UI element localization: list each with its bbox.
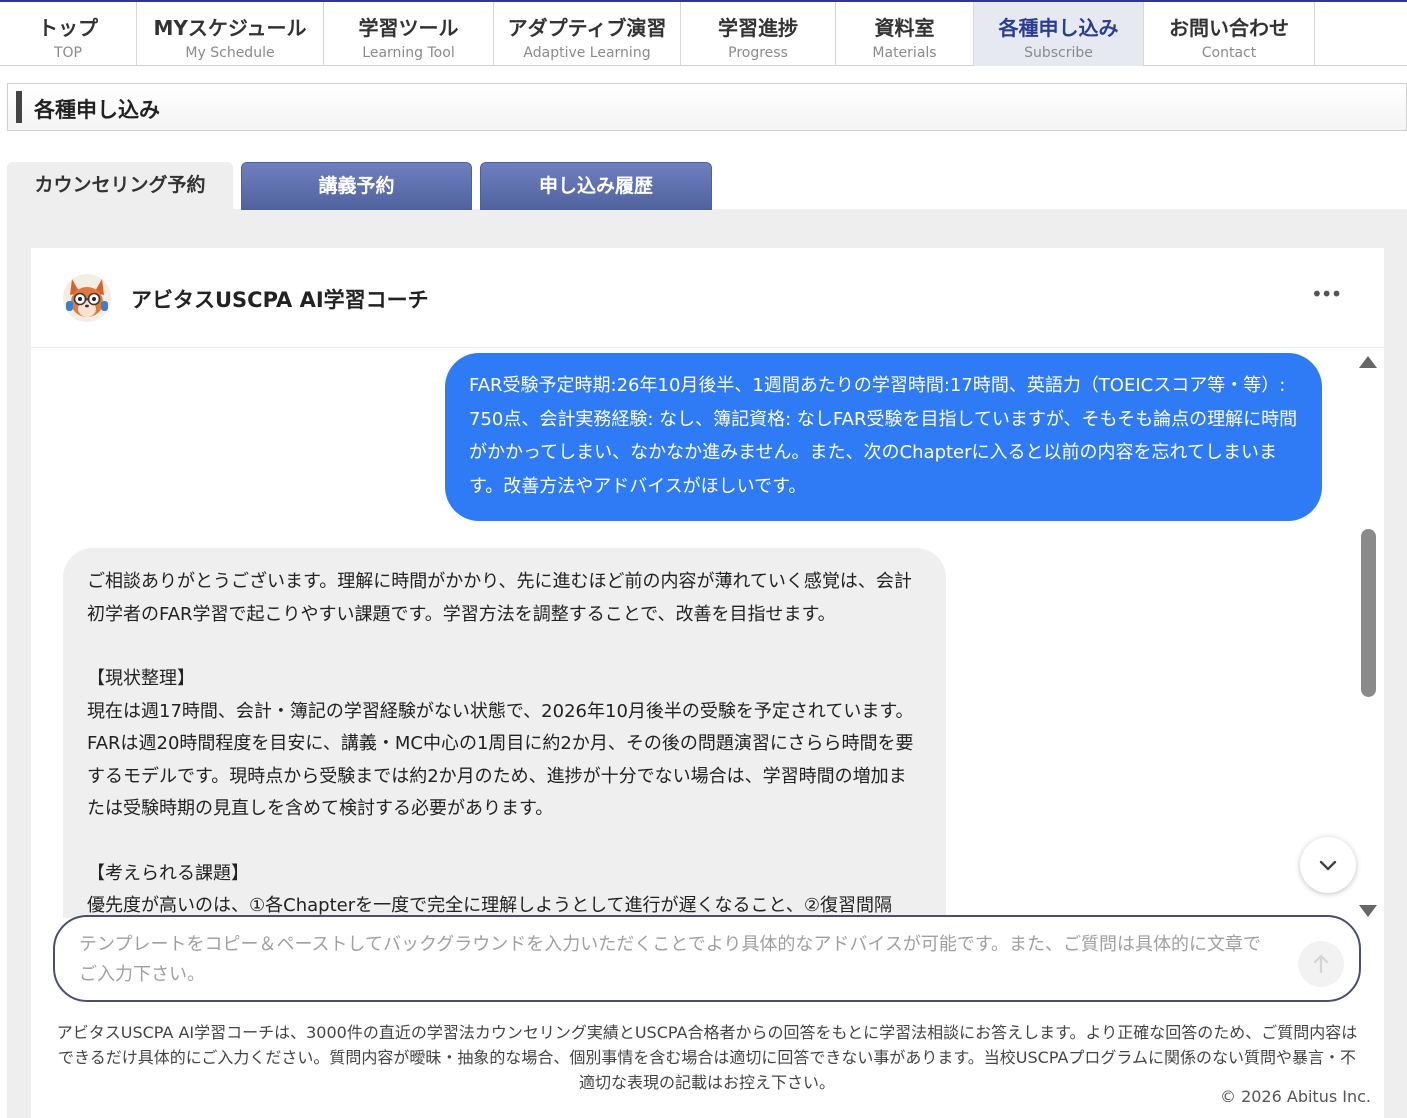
- user-message: FAR受験予定時期:26年10月後半、1週間あたりの学習時間:17時間、英語力（…: [445, 353, 1322, 521]
- nav-item-sublabel: Contact: [1201, 45, 1257, 61]
- nav-item-sublabel: Learning Tool: [362, 45, 455, 61]
- more-options-icon[interactable]: •••: [1311, 282, 1342, 306]
- nav-item-label: アダプティブ演習: [507, 16, 667, 40]
- nav-item-label: 資料室: [874, 16, 935, 40]
- nav-item-progress[interactable]: 学習進捗 Progress: [681, 2, 836, 66]
- nav-item-learning-tool[interactable]: 学習ツール Learning Tool: [324, 2, 494, 66]
- nav-item-sublabel: TOP: [53, 45, 82, 61]
- top-nav: トップ TOP MYスケジュール My Schedule 学習ツール Learn…: [0, 0, 1407, 66]
- arrow-up-icon: [1313, 954, 1329, 974]
- bot-name: アビタスUSCPA AI学習コーチ: [131, 288, 429, 312]
- message-input[interactable]: [79, 930, 1279, 990]
- nav-item-sublabel: Materials: [872, 45, 937, 61]
- nav-item-label: 学習進捗: [718, 16, 798, 40]
- bot-message: ご相談ありがとうございます。理解に時間がかかり、先に進むほど前の内容が薄れていく…: [63, 548, 946, 918]
- copyright-text: © 2026 Abitus Inc.: [1219, 1087, 1371, 1106]
- disclaimer-text: アビタスUSCPA AI学習コーチは、3000件の直近の学習法カウンセリング実績…: [56, 1023, 1358, 1092]
- message-input-box: [53, 915, 1361, 1002]
- bot-section-title: 【考えられる課題】: [87, 862, 249, 884]
- scroll-up-arrow-icon[interactable]: [1359, 356, 1377, 368]
- nav-item-label: MYスケジュール: [153, 16, 307, 40]
- nav-item-top[interactable]: トップ TOP: [0, 2, 137, 66]
- nav-item-adaptive-learning[interactable]: アダプティブ演習 Adaptive Learning: [494, 2, 681, 66]
- nav-item-subscribe[interactable]: 各種申し込み Subscribe: [974, 2, 1144, 66]
- nav-item-label: お問い合わせ: [1169, 16, 1289, 40]
- bot-section-body: 優先度が高いのは、①各Chapterを一度で完全に理解しようとして進行が遅くなる…: [87, 895, 892, 916]
- scroll-down-arrow-icon[interactable]: [1359, 905, 1377, 917]
- nav-item-label: 学習ツール: [358, 16, 459, 40]
- nav-item-sublabel: Adaptive Learning: [523, 45, 651, 61]
- nav-item-contact[interactable]: お問い合わせ Contact: [1144, 2, 1315, 66]
- nav-item-materials[interactable]: 資料室 Materials: [836, 2, 974, 66]
- tab-counseling[interactable]: カウンセリング予約: [7, 162, 233, 210]
- title-accent-bar: [16, 91, 22, 123]
- nav-item-sublabel: Progress: [728, 45, 788, 61]
- nav-item-sublabel: Subscribe: [1024, 45, 1093, 61]
- chevron-down-icon: [1319, 860, 1337, 871]
- bot-section-title: 【現状整理】: [87, 668, 195, 689]
- nav-item-sublabel: My Schedule: [185, 45, 275, 61]
- nav-item-my-schedule[interactable]: MYスケジュール My Schedule: [137, 2, 324, 66]
- scrollbar-thumb[interactable]: [1361, 529, 1376, 697]
- scroll-to-bottom-button[interactable]: [1300, 837, 1356, 893]
- tab-lecture-booking[interactable]: 講義予約: [241, 162, 472, 210]
- send-button[interactable]: [1298, 941, 1344, 987]
- chat-header: アビタスUSCPA AI学習コーチ •••: [31, 248, 1384, 348]
- fox-mascot-icon: [62, 273, 112, 323]
- chat-panel: アビタスUSCPA AI学習コーチ ••• FAR受験予定時期:26年10月後半…: [31, 248, 1384, 1118]
- nav-item-label: トップ: [38, 16, 98, 40]
- nav-item-label: 各種申し込み: [998, 16, 1119, 40]
- tab-application-history[interactable]: 申し込み履歴: [480, 162, 712, 210]
- page-title: 各種申し込み: [34, 98, 160, 122]
- page-title-box: 各種申し込み: [7, 83, 1407, 131]
- bot-message-intro: ご相談ありがとうございます。理解に時間がかかり、先に進むほど前の内容が薄れていく…: [87, 571, 912, 625]
- bot-section-body: 現在は週17時間、会計・簿記の学習経験がない状態で、2026年10月後半の受験を…: [87, 700, 914, 820]
